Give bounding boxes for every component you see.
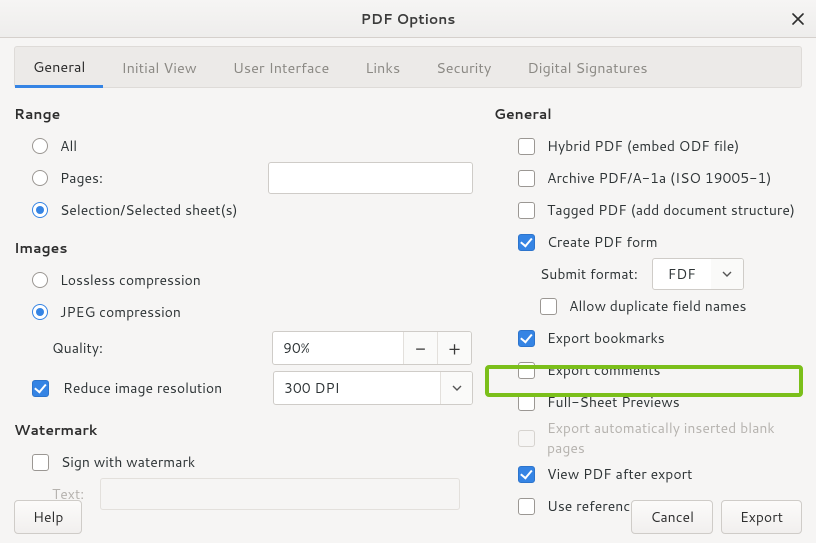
radio-pages[interactable] xyxy=(32,170,48,186)
tab-digital-signatures[interactable]: Digital Signatures xyxy=(509,47,665,87)
bookmarks-label: Export bookmarks xyxy=(547,328,665,348)
tab-general[interactable]: General xyxy=(15,47,103,88)
range-all-label: All xyxy=(60,136,77,156)
submit-format-combo[interactable]: FDF xyxy=(652,258,744,290)
allow-dup-label: Allow duplicate field names xyxy=(569,296,746,316)
reduce-label: Reduce image resolution xyxy=(63,378,263,398)
tab-initial-view[interactable]: Initial View xyxy=(103,47,214,87)
radio-jpeg[interactable] xyxy=(32,304,48,320)
submit-format-value: FDF xyxy=(653,259,711,289)
range-heading: Range xyxy=(14,104,484,124)
chevron-down-icon[interactable] xyxy=(711,259,743,289)
bottom-bar: Help Cancel Export xyxy=(0,491,816,543)
quality-label: Quality: xyxy=(52,338,262,358)
archive-label: Archive PDF/A-1a (ISO 19005-1) xyxy=(547,168,771,188)
check-hybrid[interactable] xyxy=(518,138,535,155)
allow-dup-row[interactable]: Allow duplicate field names xyxy=(494,290,802,322)
fullsheet-row[interactable]: Full-Sheet Previews xyxy=(494,386,802,418)
help-button[interactable]: Help xyxy=(14,500,82,534)
quality-stepper[interactable]: 90% − + xyxy=(272,331,472,365)
archive-row[interactable]: Archive PDF/A-1a (ISO 19005-1) xyxy=(494,162,802,194)
hybrid-label: Hybrid PDF (embed ODF file) xyxy=(547,136,739,156)
dpi-combo[interactable]: 300 DPI xyxy=(273,371,473,405)
general-heading: General xyxy=(494,104,802,124)
comments-label: Export comments xyxy=(547,360,661,380)
minus-icon[interactable]: − xyxy=(403,332,437,364)
create-form-row[interactable]: Create PDF form xyxy=(494,226,802,258)
check-bookmarks[interactable] xyxy=(518,330,535,347)
check-viewafter[interactable] xyxy=(518,466,535,483)
sign-watermark-row[interactable]: Sign with watermark xyxy=(14,446,484,478)
tagged-row[interactable]: Tagged PDF (add document structure) xyxy=(494,194,802,226)
check-tagged[interactable] xyxy=(518,202,535,219)
bookmarks-row[interactable]: Export bookmarks xyxy=(494,322,802,354)
hybrid-row[interactable]: Hybrid PDF (embed ODF file) xyxy=(494,130,802,162)
sign-watermark-label: Sign with watermark xyxy=(61,452,195,472)
fullsheet-label: Full-Sheet Previews xyxy=(547,392,680,412)
range-selection-row[interactable]: Selection/Selected sheet(s) xyxy=(14,194,484,226)
viewafter-row[interactable]: View PDF after export xyxy=(494,458,802,490)
images-heading: Images xyxy=(14,238,484,258)
submit-row: Submit format: FDF xyxy=(494,258,802,290)
right-column: General Hybrid PDF (embed ODF file) Arch… xyxy=(494,96,802,522)
radio-all[interactable] xyxy=(32,138,48,154)
lossless-label: Lossless compression xyxy=(60,270,201,290)
submit-label: Submit format: xyxy=(540,264,638,284)
cancel-button[interactable]: Cancel xyxy=(631,500,713,534)
titlebar: PDF Options xyxy=(0,0,816,38)
viewafter-label: View PDF after export xyxy=(547,464,692,484)
tab-links[interactable]: Links xyxy=(347,47,418,87)
watermark-heading: Watermark xyxy=(14,420,484,440)
range-selection-label: Selection/Selected sheet(s) xyxy=(60,200,238,220)
blankpages-label: Export automatically inserted blank page… xyxy=(547,418,802,458)
create-form-label: Create PDF form xyxy=(547,232,658,252)
check-fullsheet[interactable] xyxy=(518,394,535,411)
check-reduce[interactable] xyxy=(32,380,49,397)
tab-bar: General Initial View User Interface Link… xyxy=(14,46,802,88)
check-create-form[interactable] xyxy=(518,234,535,251)
tagged-label: Tagged PDF (add document structure) xyxy=(547,200,795,220)
radio-lossless[interactable] xyxy=(32,272,48,288)
jpeg-label: JPEG compression xyxy=(60,302,181,322)
plus-icon[interactable]: + xyxy=(437,332,471,364)
pages-input[interactable] xyxy=(268,162,473,194)
window-title: PDF Options xyxy=(361,9,456,29)
blankpages-row: Export automatically inserted blank page… xyxy=(494,418,802,458)
range-all-row[interactable]: All xyxy=(14,130,484,162)
quality-value[interactable]: 90% xyxy=(273,332,403,364)
tab-security[interactable]: Security xyxy=(418,47,509,87)
check-blankpages xyxy=(518,430,535,447)
left-column: Range All Pages: Selection/Selected shee… xyxy=(14,96,484,522)
radio-selection[interactable] xyxy=(32,202,48,218)
chevron-down-icon[interactable] xyxy=(440,372,472,404)
dpi-value: 300 DPI xyxy=(274,372,440,404)
jpeg-row[interactable]: JPEG compression xyxy=(14,296,484,328)
check-archive[interactable] xyxy=(518,170,535,187)
reduce-row: Reduce image resolution 300 DPI xyxy=(14,368,484,408)
export-button[interactable]: Export xyxy=(721,500,802,534)
close-icon[interactable] xyxy=(790,11,806,27)
range-pages-row[interactable]: Pages: xyxy=(14,162,484,194)
tab-user-interface[interactable]: User Interface xyxy=(215,47,348,87)
range-pages-label: Pages: xyxy=(60,168,260,188)
content: Range All Pages: Selection/Selected shee… xyxy=(0,88,816,522)
check-sign-watermark[interactable] xyxy=(32,454,49,471)
comments-row[interactable]: Export comments xyxy=(494,354,802,386)
lossless-row[interactable]: Lossless compression xyxy=(14,264,484,296)
check-allow-dup[interactable] xyxy=(540,298,557,315)
check-comments[interactable] xyxy=(518,362,535,379)
quality-row: Quality: 90% − + xyxy=(14,328,484,368)
